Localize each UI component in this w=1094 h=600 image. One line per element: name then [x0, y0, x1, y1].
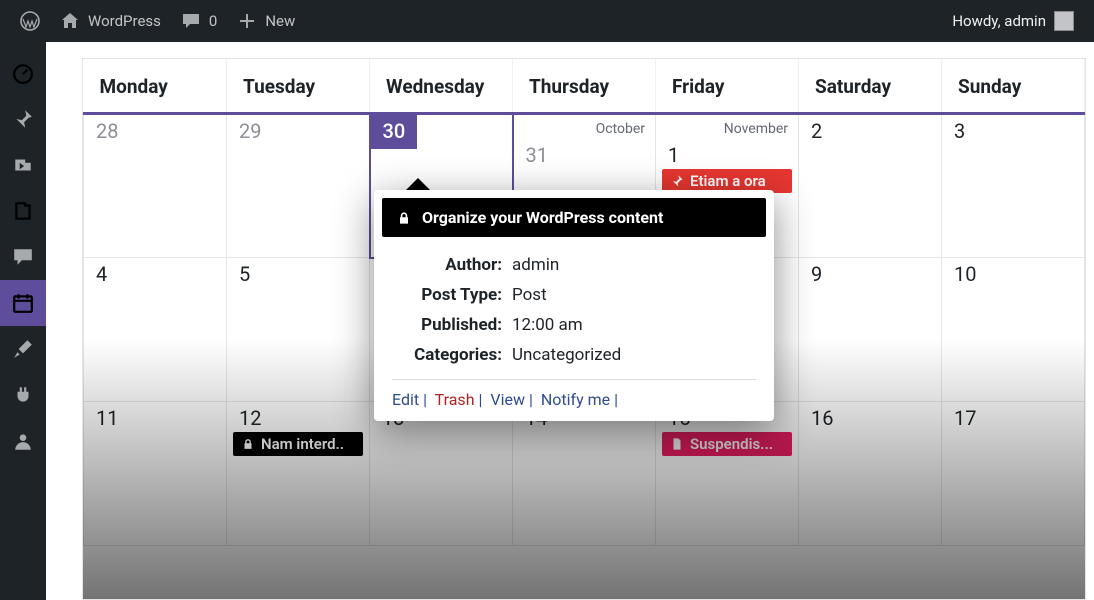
calendar-cell[interactable]: 16 [799, 402, 942, 546]
published-value: 12:00 am [512, 315, 756, 335]
wp-logo[interactable] [10, 11, 50, 31]
nav-media[interactable] [0, 142, 46, 188]
day-header: Thursday [513, 59, 656, 114]
calendar-cell[interactable]: 29 [227, 114, 370, 258]
day-header: Saturday [799, 59, 942, 114]
day-number: 5 [227, 258, 369, 286]
published-label: Published: [392, 315, 512, 335]
day-number: 10 [942, 258, 1084, 286]
pages-icon [12, 200, 34, 222]
day-number: 28 [84, 115, 226, 143]
calendar-cell[interactable]: 14 [513, 402, 656, 546]
categories-label: Categories: [392, 345, 512, 365]
user-icon [12, 430, 34, 452]
day-number: 9 [799, 258, 941, 286]
day-number: 1 [656, 139, 798, 167]
day-number: 30 [371, 115, 418, 149]
calendar-cell[interactable]: 10 [942, 258, 1085, 402]
nav-pages[interactable] [0, 188, 46, 234]
day-number: 11 [84, 402, 226, 430]
new-label: New [265, 12, 295, 30]
type-value: Post [512, 285, 756, 305]
admin-bar: WordPress 0 New Howdy, admin [0, 0, 1094, 42]
calendar-event[interactable]: Nam interd.. [233, 432, 363, 456]
notify-link[interactable]: Notify me [541, 390, 610, 409]
author-label: Author: [392, 255, 512, 275]
calendar-cell[interactable]: 28 [84, 114, 227, 258]
day-header: Monday [84, 59, 227, 114]
day-number: 3 [942, 115, 1084, 143]
admin-sidenav [0, 42, 46, 600]
calendar-cell[interactable]: 5 [227, 258, 370, 402]
comment-icon [181, 11, 201, 31]
calendar-cell[interactable]: 15Suspendis... [656, 402, 799, 546]
account-link[interactable]: Howdy, admin [942, 11, 1084, 31]
type-label: Post Type: [392, 285, 512, 305]
plus-icon [237, 11, 257, 31]
day-number: 12 [227, 402, 369, 430]
gauge-icon [12, 62, 34, 84]
calendar-cell[interactable]: 12 Nam interd.. [227, 402, 370, 546]
month-label: November [656, 115, 798, 139]
site-link[interactable]: WordPress [50, 11, 171, 31]
categories-value: Uncategorized [512, 345, 756, 365]
event-label: Suspendis... [690, 435, 773, 453]
day-header: Sunday [942, 59, 1085, 114]
calendar-cell[interactable]: 11 [84, 402, 227, 546]
calendar-icon [12, 292, 34, 314]
plug-icon [12, 384, 34, 406]
comment-icon [12, 246, 34, 268]
calendar-cell[interactable]: 4 [84, 258, 227, 402]
calendar-cell[interactable]: 9 [799, 258, 942, 402]
nav-users[interactable] [0, 418, 46, 464]
greeting: Howdy, admin [952, 12, 1046, 30]
author-value: admin [512, 255, 756, 275]
popover-actions: Edit| Trash| View| Notify me| [392, 379, 756, 409]
day-header: Wednesday [370, 59, 513, 114]
lock-icon [396, 210, 412, 226]
calendar-cell[interactable]: 2 [799, 114, 942, 258]
day-number: 31 [514, 139, 656, 167]
event-popover: Organize your WordPress content Author: … [374, 190, 774, 421]
calendar-event[interactable]: Suspendis... [662, 432, 792, 456]
day-number: 2 [799, 115, 941, 143]
day-number: 17 [942, 402, 1084, 430]
home-icon [60, 11, 80, 31]
popover-details: Author: admin Post Type: Post Published:… [392, 249, 756, 379]
view-link[interactable]: View [490, 390, 525, 409]
popover-title: Organize your WordPress content [422, 208, 663, 227]
edit-link[interactable]: Edit [392, 390, 419, 409]
pin-icon [12, 108, 34, 130]
day-header: Tuesday [227, 59, 370, 114]
nav-comments[interactable] [0, 234, 46, 280]
calendar-cell[interactable]: 17 [942, 402, 1085, 546]
site-name: WordPress [88, 12, 161, 30]
day-number: 16 [799, 402, 941, 430]
calendar-cell[interactable]: 3 [942, 114, 1085, 258]
nav-calendar[interactable] [0, 280, 46, 326]
calendar-cell[interactable]: 13 [370, 402, 513, 546]
avatar [1054, 11, 1074, 31]
comments-count: 0 [209, 12, 217, 30]
nav-posts[interactable] [0, 96, 46, 142]
nav-plugins[interactable] [0, 372, 46, 418]
nav-dashboard[interactable] [0, 50, 46, 96]
event-label: Etiam a ora [690, 172, 766, 190]
event-label: Nam interd.. [261, 435, 344, 453]
day-number: 4 [84, 258, 226, 286]
day-number: 29 [227, 115, 369, 143]
brush-icon [12, 338, 34, 360]
comments-link[interactable]: 0 [171, 11, 227, 31]
new-content-link[interactable]: New [227, 11, 305, 31]
nav-appearance[interactable] [0, 326, 46, 372]
day-header: Friday [656, 59, 799, 114]
media-icon [12, 154, 34, 176]
trash-link[interactable]: Trash [435, 390, 475, 409]
month-label: October [514, 115, 656, 139]
popover-title-bar: Organize your WordPress content [382, 198, 766, 237]
wordpress-icon [20, 11, 40, 31]
